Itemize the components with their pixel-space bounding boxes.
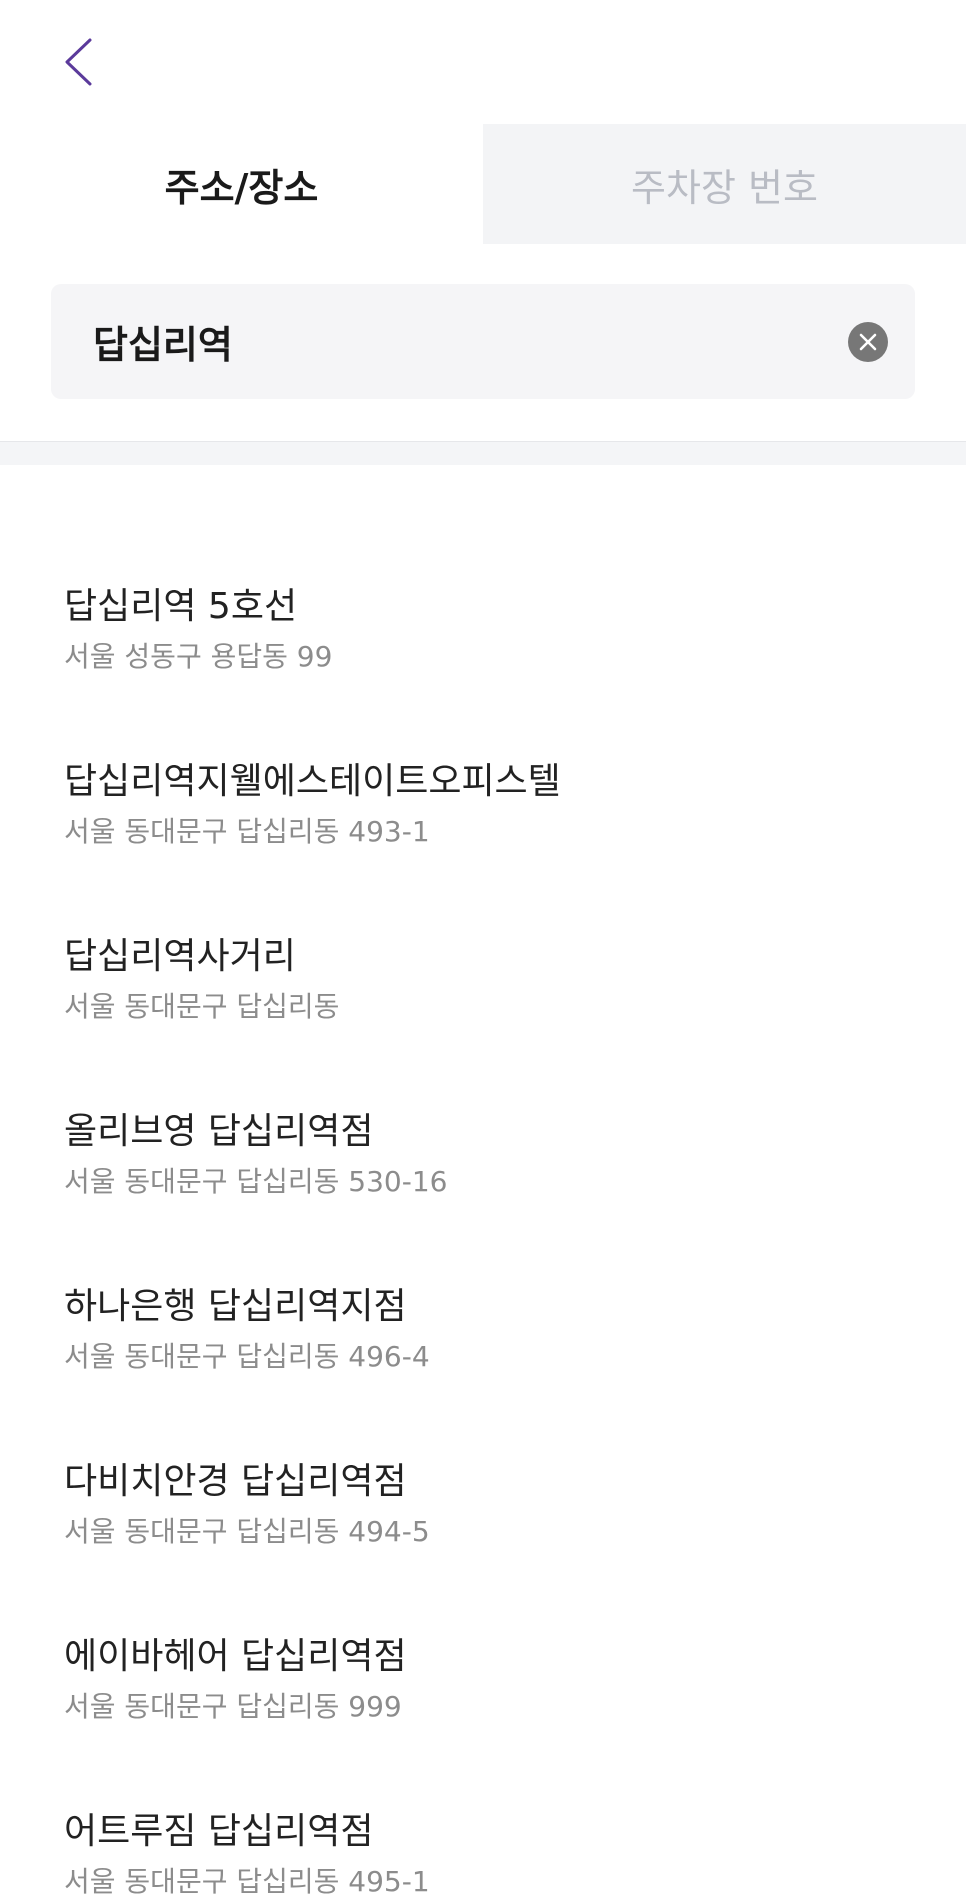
tab-address-place[interactable]: 주소/장소 [0,124,483,244]
result-name: 다비치안경 답십리역점 [64,1461,407,1502]
clear-circle-icon [859,333,877,351]
result-name: 에이바헤어 답십리역점 [64,1636,407,1677]
result-item[interactable]: 답십리역지웰에스테이트오피스텔 서울 동대문구 답십리동 493-1 [0,640,966,848]
result-item[interactable]: 다비치안경 답십리역점 서울 동대문구 답십리동 494-5 [0,1340,966,1548]
result-item[interactable]: 올리브영 답십리역점 서울 동대문구 답십리동 530-16 [0,990,966,1198]
tab-parking-number[interactable]: 주차장 번호 [483,124,966,244]
search-screen: 주소/장소 주차장 번호 답십리역 5호선 서울 성동구 용답동 99 답십리역… [0,0,966,1904]
section-divider [0,441,966,465]
result-name: 답십리역 5호선 [64,586,298,627]
result-item[interactable]: 답십리역사거리 서울 동대문구 답십리동 [0,815,966,1023]
result-name: 답십리역지웰에스테이트오피스텔 [64,761,561,802]
back-button[interactable] [44,22,116,102]
result-item[interactable]: 어트루짐 답십리역점 서울 동대문구 답십리동 495-1 [0,1690,966,1898]
search-type-tabs: 주소/장소 주차장 번호 [0,124,966,244]
result-name: 어트루짐 답십리역점 [64,1811,374,1852]
result-item[interactable]: 하나은행 답십리역지점 서울 동대문구 답십리동 496-4 [0,1165,966,1373]
result-item[interactable]: 답십리역 5호선 서울 성동구 용답동 99 [0,465,966,673]
result-item[interactable]: 에이바헤어 답십리역점 서울 동대문구 답십리동 999 [0,1515,966,1723]
chevron-left-icon [65,38,92,86]
result-address: 서울 동대문구 답십리동 495-1 [64,1865,430,1898]
clear-search-button[interactable] [848,322,888,362]
search-box [51,284,915,399]
search-input[interactable] [93,284,853,399]
result-name: 올리브영 답십리역점 [64,1111,374,1152]
result-name: 하나은행 답십리역지점 [64,1286,407,1327]
result-name: 답십리역사거리 [64,936,296,977]
